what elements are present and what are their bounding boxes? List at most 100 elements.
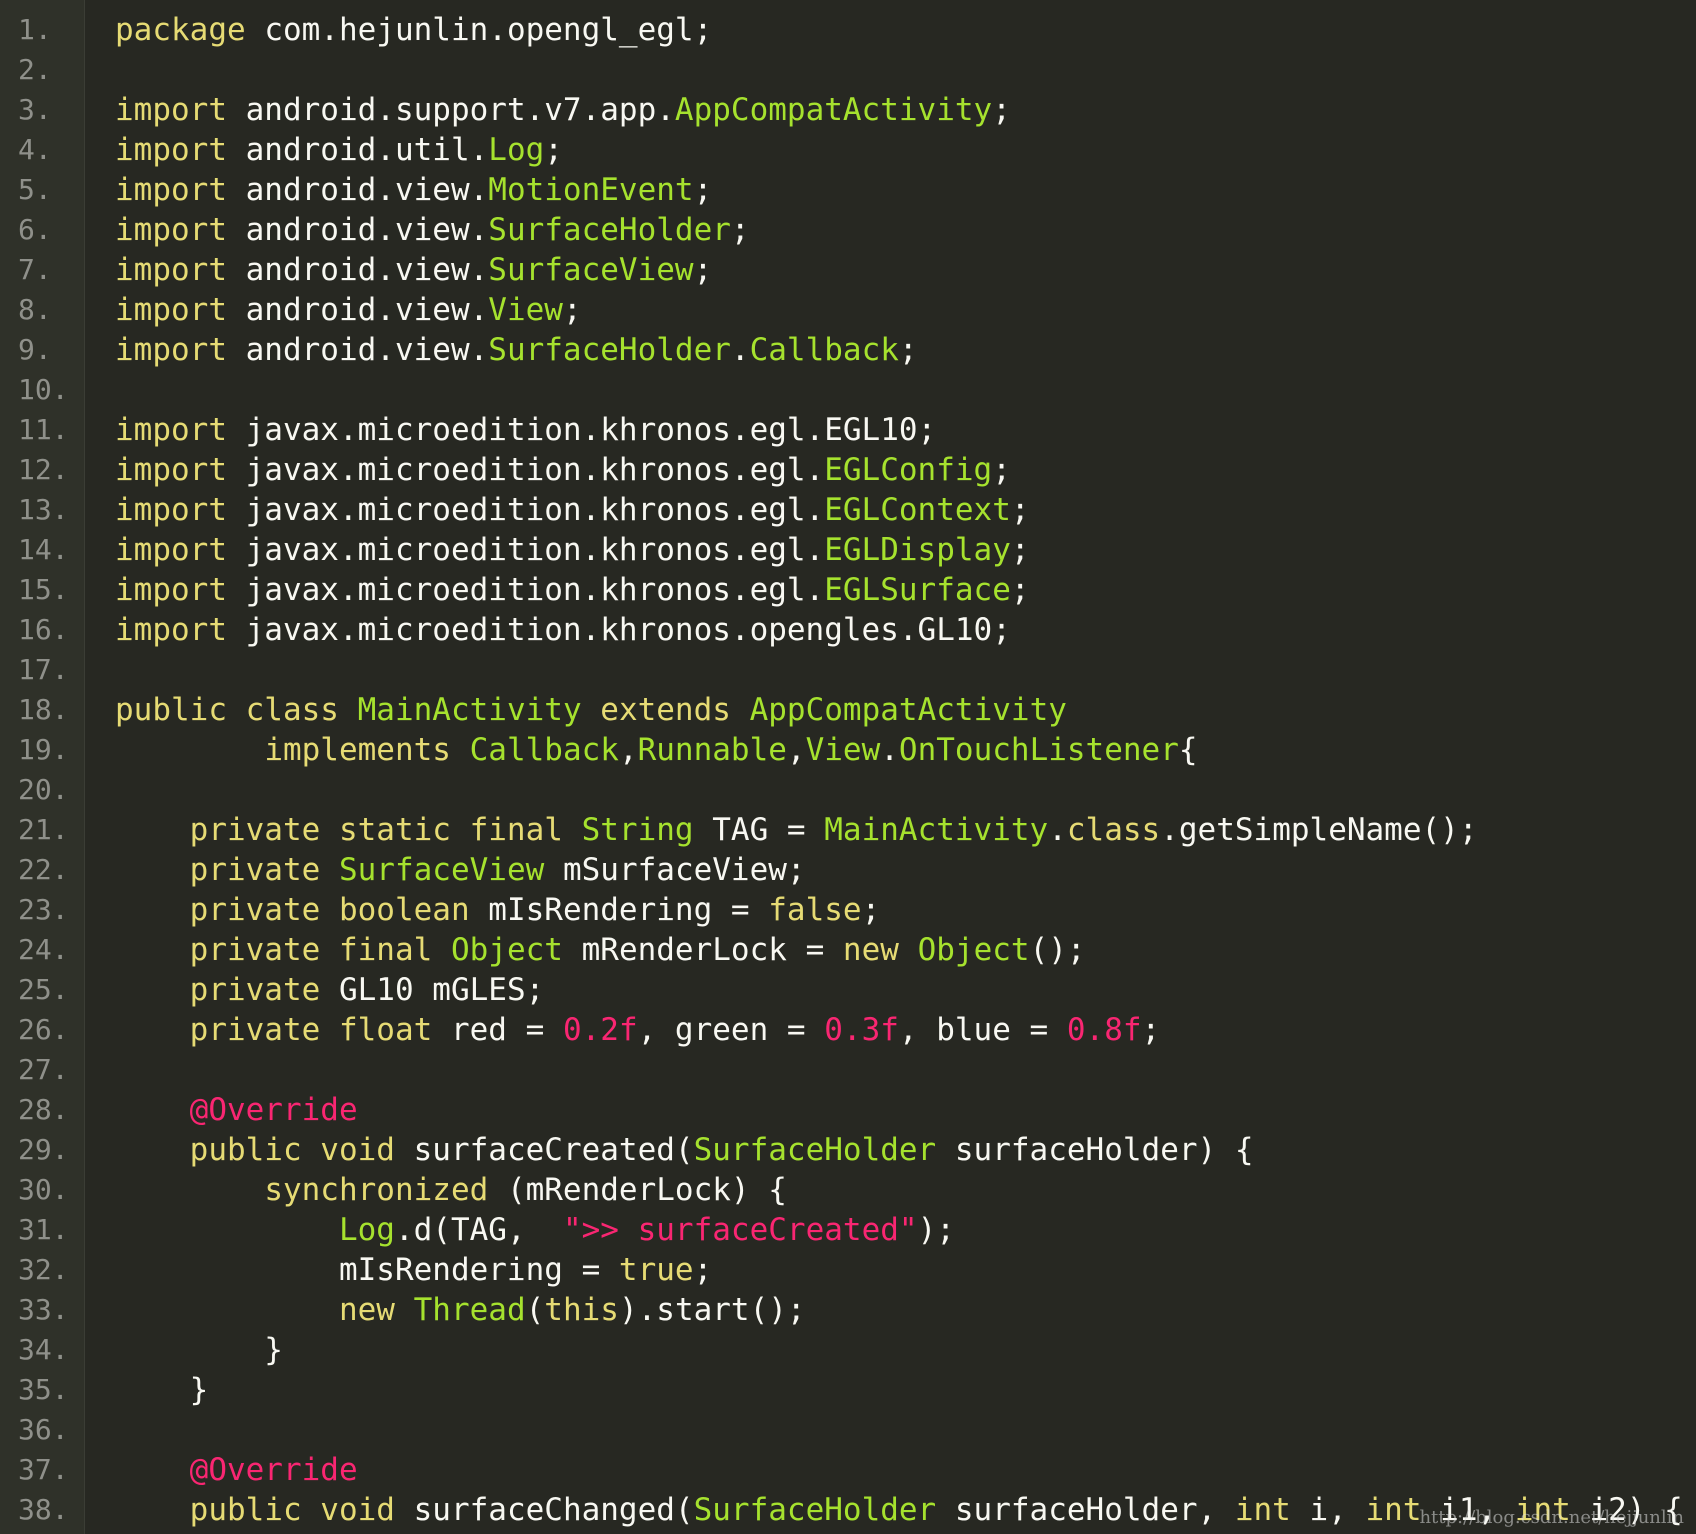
code-token: } [115,1372,209,1408]
code-token: surfaceCreated( [394,1132,694,1168]
code-token: surfaceHolder) { [936,1132,1254,1168]
code-token: new [842,932,899,968]
code-token: SurfaceHolder [488,332,731,368]
code-token: synchronized [264,1172,489,1208]
code-area[interactable]: package com.hejunlin.opengl_egl; import … [85,0,1696,1534]
code-token: int [1234,1492,1291,1528]
code-line: } [115,1330,1696,1370]
line-number: 29. [18,1133,69,1166]
code-token: android.view. [226,212,489,248]
code-token: android.support.v7.app. [226,92,675,128]
code-line: new Thread(this).start(); [115,1290,1696,1330]
line-number: 15. [18,573,69,606]
code-token: AppCompatActivity [674,92,993,128]
code-line: private final Object mRenderLock = new O… [115,930,1696,970]
line-number: 10. [18,373,69,406]
code-token: mRenderLock = [562,932,843,968]
line-number: 11. [18,413,69,446]
line-number: 1. [18,13,52,46]
code-line: import javax.microedition.khronos.egl.EG… [115,450,1696,490]
code-token: ); [917,1212,955,1248]
code-token: , [786,732,806,768]
line-number: 23. [18,893,69,926]
code-token: SurfaceView [338,852,545,888]
code-line: import android.view.View; [115,290,1696,330]
code-editor: 1. 2. 3. 4. 5. 6. 7. 8. 9. 10. 11. 12. 13. 14. 15. 16. 1… [0,0,1696,1534]
code-token: 0.8f [1066,1012,1142,1048]
line-number: 27. [18,1053,69,1086]
line-number: 8. [18,293,52,326]
code-token: private [189,852,321,888]
code-token: javax.microedition.khronos.egl. [226,492,825,528]
code-token: import [115,332,227,368]
code-line: private GL10 mGLES; [115,970,1696,1010]
line-number: 25. [18,973,69,1006]
code-token: private boolean [189,892,470,928]
line-number: 28. [18,1093,69,1126]
code-token: ; [992,452,1011,488]
line-number: 33. [18,1293,69,1326]
line-number-gutter: 1. 2. 3. 4. 5. 6. 7. 8. 9. 10. 11. 12. 13. 14. 15. 16. 1… [0,0,85,1534]
code-token: MainActivity [357,692,582,728]
line-number: 37. [18,1453,69,1486]
code-line: mIsRendering = true; [115,1250,1696,1290]
code-token: javax.microedition.khronos.egl. [226,532,825,568]
code-token: private final [189,932,433,968]
code-line: private SurfaceView mSurfaceView; [115,850,1696,890]
code-token: (mRenderLock) { [488,1172,787,1208]
code-line: public void surfaceCreated(SurfaceHolder… [115,1130,1696,1170]
code-token: int [1365,1492,1422,1528]
code-line: import android.view.MotionEvent; [115,170,1696,210]
code-token: EGLDisplay [824,532,1011,568]
code-token: import [115,572,227,608]
code-token: OnTouchListener [898,732,1179,768]
code-token: mIsRendering = [115,1252,619,1288]
code-token: ; [562,292,582,328]
code-token: android.view. [226,292,489,328]
code-token: Object [917,932,1030,968]
code-token: true [618,1252,694,1288]
code-token: ; [992,92,1011,128]
code-token: 0.2f [562,1012,638,1048]
code-token: surfaceChanged( [394,1492,694,1528]
code-line: synchronized (mRenderLock) { [115,1170,1696,1210]
line-number: 20. [18,773,69,806]
code-token: javax.microedition.khronos.opengles.GL10… [226,612,1011,648]
line-number: 2. [18,53,52,86]
code-token: .getSimpleName(); [1160,812,1478,848]
code-token: . [1048,812,1067,848]
code-token: Callback [749,332,899,368]
code-token: public class [115,692,339,728]
code-token: android.view. [226,332,489,368]
code-token: ; [1141,1012,1161,1048]
code-token: ; [1010,492,1030,528]
line-number: 24. [18,933,69,966]
code-token: Object [450,932,563,968]
code-token: implements [264,732,451,768]
line-number: 19. [18,733,69,766]
code-token: javax.microedition.khronos.egl. [226,572,825,608]
code-token: this [544,1292,619,1328]
line-number: 9. [18,333,52,366]
code-token: View [488,292,563,328]
code-token: @Override [189,1452,358,1488]
code-token: ; [730,212,750,248]
code-token: import [115,412,227,448]
line-number: 6. [18,213,52,246]
code-token: red = [432,1012,563,1048]
code-token: ; [898,332,918,368]
code-token: ; [693,1252,713,1288]
code-line: private float red = 0.2f, green = 0.3f, … [115,1010,1696,1050]
line-number: 34. [18,1333,69,1366]
code-token: new [338,1292,395,1328]
code-token: import [115,172,227,208]
